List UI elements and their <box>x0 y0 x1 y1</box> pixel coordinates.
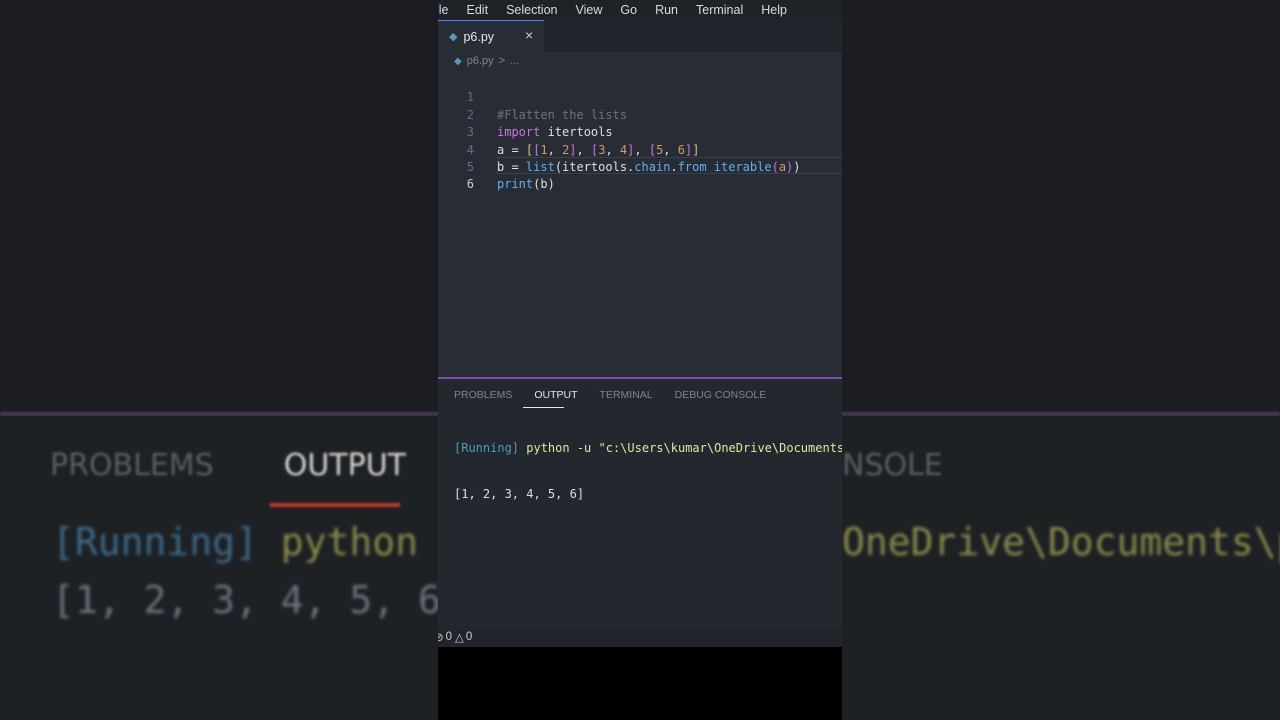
output-result: [1, 2, 3, 4, 5, 6] <box>454 487 585 501</box>
breadcrumb-symbols[interactable]: ... <box>510 55 519 67</box>
error-icon: ⊘ <box>438 632 444 644</box>
active-tab-underline <box>523 407 564 408</box>
tab-p6-py[interactable]: ◆ p6.py × <box>438 20 544 52</box>
menu-view[interactable]: View <box>576 3 603 17</box>
menu-terminal[interactable]: Terminal <box>696 3 743 17</box>
background-running: [Running] <box>52 520 258 564</box>
warning-icon: △ <box>455 632 464 644</box>
menu-file[interactable]: ile <box>438 3 449 17</box>
code-line: 1 #Flatten the lists <box>438 72 842 121</box>
vscode-window: ile Edit Selection View Go Run Terminal … <box>438 0 842 720</box>
menu-bar: ile Edit Selection View Go Run Terminal … <box>438 0 842 20</box>
menu-edit[interactable]: Edit <box>467 3 489 17</box>
bottom-letterbox <box>438 647 842 720</box>
background-path: OneDrive\Documents\p <box>842 520 1280 564</box>
python-file-icon: ◆ <box>449 31 458 43</box>
background-tab-right: NSOLE <box>842 448 943 483</box>
code-line: 4 b = list(itertools.chain.from_iterable… <box>438 124 842 174</box>
breadcrumb-separator: > <box>498 55 506 67</box>
background-tab-output: OUTPUT <box>283 448 407 483</box>
tab-filename: p6.py <box>463 29 495 44</box>
problems-status[interactable]: ⊘ 0 △ 0 <box>438 630 472 644</box>
python-file-icon: ◆ <box>454 55 462 67</box>
background-tab-underline <box>270 503 400 507</box>
output-line: [Running] python -u "c:\Users\kumar\OneD… <box>454 439 842 457</box>
menu-run[interactable]: Run <box>655 3 678 17</box>
background-python: python - <box>257 520 464 564</box>
warning-count: 0 <box>465 631 473 643</box>
editor-tab-bar: ◆ p6.py × <box>438 20 842 52</box>
code-line: 2 import itertools <box>438 89 842 139</box>
code-text: print(b) <box>497 177 555 192</box>
code-line: 3 a = [[1, 2], [3, 4], [5, 6]] <box>438 107 842 156</box>
background-output-line: [Running] python - <box>52 520 464 564</box>
tab-debug-console[interactable]: DEBUG CONSOLE <box>675 389 767 401</box>
menu-selection[interactable]: Selection <box>506 3 557 17</box>
status-bar: ⊘ 0 △ 0 <box>438 627 842 647</box>
background-result: [1, 2, 3, 4, 5, 6] <box>52 578 464 622</box>
output-panel: PROBLEMS OUTPUT TERMINAL DEBUG CONSOLE [… <box>438 377 842 629</box>
tab-output[interactable]: OUTPUT <box>534 389 577 401</box>
background-tab-problems: PROBLEMS <box>50 448 214 483</box>
line-number: 6 <box>466 177 474 192</box>
menu-go[interactable]: Go <box>620 3 637 17</box>
background-tabs: PROBLEMS OUTPUT <box>50 448 476 483</box>
breadcrumb-file[interactable]: p6.py <box>467 55 494 67</box>
command-text: python -u "c:\Users\kumar\OneDrive\Docum… <box>519 441 842 455</box>
breadcrumb[interactable]: ◆ p6.py > ... <box>454 55 519 67</box>
menu-help[interactable]: Help <box>761 3 787 17</box>
error-count: 0 <box>445 631 453 643</box>
close-icon[interactable]: × <box>525 27 533 43</box>
current-line-highlight <box>497 157 842 174</box>
panel-tabs: PROBLEMS OUTPUT TERMINAL DEBUG CONSOLE <box>454 389 788 401</box>
tab-problems[interactable]: PROBLEMS <box>454 389 512 401</box>
output-text[interactable]: [Running] python -u "c:\Users\kumar\OneD… <box>454 411 842 531</box>
tab-terminal[interactable]: TERMINAL <box>600 389 653 401</box>
running-label: [Running] <box>454 441 520 455</box>
